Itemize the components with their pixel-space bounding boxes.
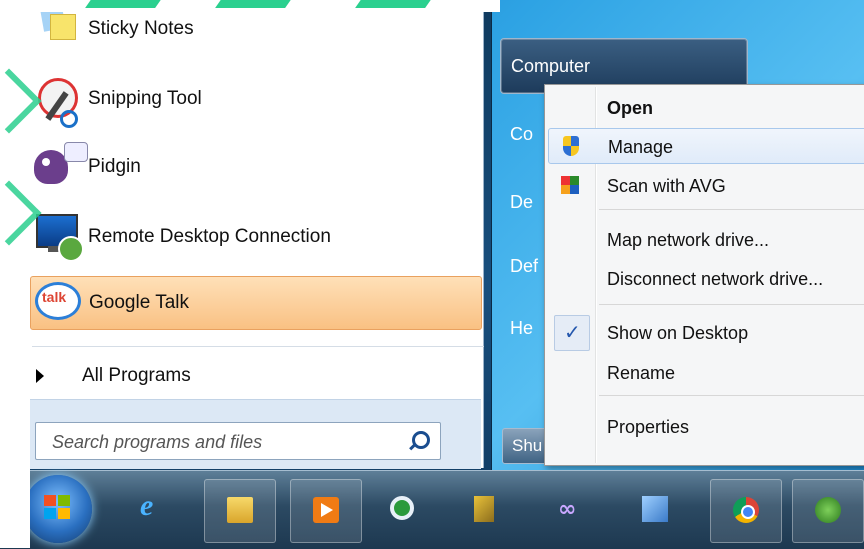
shutdown-label: Shu: [512, 436, 543, 455]
uac-shield-icon: [561, 136, 581, 156]
program-label: Pidgin: [88, 156, 141, 177]
search-input[interactable]: [50, 425, 404, 459]
link-icon[interactable]: ∞: [536, 479, 606, 541]
menu-item-label: Properties: [607, 417, 690, 437]
menu-item-label: Disconnect network drive...: [607, 269, 824, 289]
windows-explorer-icon[interactable]: [204, 479, 276, 543]
chrome-icon[interactable]: [710, 479, 782, 543]
menu-item-disconnect-network-drive[interactable]: Disconnect network drive...: [548, 261, 864, 297]
all-programs-button[interactable]: All Programs: [36, 356, 191, 396]
menu-item-manage[interactable]: Manage: [548, 128, 864, 164]
watermark: [30, 0, 500, 12]
search-icon[interactable]: [412, 431, 430, 449]
remote-app-icon[interactable]: [620, 479, 690, 541]
program-label: Google Talk: [89, 292, 189, 313]
search-box[interactable]: [35, 422, 441, 460]
menu-item-open[interactable]: Open: [548, 90, 864, 126]
menu-separator: [599, 395, 864, 396]
menu-item-map-network-drive[interactable]: Map network drive...: [548, 222, 864, 258]
taskbar: e ∞: [0, 470, 864, 549]
menu-item-label: Open: [607, 98, 654, 118]
installer-icon[interactable]: [452, 479, 522, 541]
menu-separator: [599, 209, 864, 210]
menu-separator: [599, 304, 864, 305]
menu-item-properties[interactable]: Properties: [548, 409, 864, 445]
menu-item-label: Scan with AVG: [607, 176, 726, 196]
google-talk-icon: talk: [31, 276, 89, 330]
program-label: Sticky Notes: [88, 18, 194, 39]
program-snipping-tool[interactable]: Snipping Tool: [30, 72, 480, 128]
arrow-right-icon: [36, 369, 44, 383]
internet-explorer-icon[interactable]: e: [118, 479, 188, 541]
right-pane-item-default-programs[interactable]: Def: [510, 256, 538, 277]
menu-item-label: Map network drive...: [607, 230, 770, 250]
right-pane-item-devices[interactable]: De: [510, 192, 533, 213]
avg-icon: [560, 175, 580, 195]
start-menu-programs-pane: Sticky Notes Snipping Tool Pidgin Remote…: [16, 0, 484, 468]
windows-flag-icon: [44, 495, 72, 521]
program-label: Snipping Tool: [88, 88, 202, 109]
all-programs-label: All Programs: [82, 365, 191, 386]
remote-desktop-icon: [30, 210, 88, 264]
right-pane-item-help[interactable]: He: [510, 318, 533, 339]
program-label: Remote Desktop Connection: [88, 226, 331, 247]
pidgin-icon: [30, 140, 88, 194]
search-app-icon[interactable]: [368, 479, 438, 541]
menu-item-label: Rename: [607, 363, 676, 383]
menu-item-label: Show on Desktop: [607, 323, 749, 343]
divider: [32, 346, 484, 347]
menu-item-show-on-desktop[interactable]: ✓ Show on Desktop: [548, 315, 864, 351]
context-menu: Open Manage Scan with AVG Map network dr…: [544, 84, 864, 466]
menu-item-scan-avg[interactable]: Scan with AVG: [548, 168, 864, 204]
media-player-icon[interactable]: [290, 479, 362, 543]
start-orb[interactable]: [24, 475, 92, 543]
program-pidgin[interactable]: Pidgin: [30, 140, 480, 194]
watermark: [0, 0, 42, 548]
computer-label: Computer: [511, 56, 591, 76]
program-remote-desktop[interactable]: Remote Desktop Connection: [30, 210, 480, 264]
program-google-talk[interactable]: talk Google Talk: [30, 276, 482, 330]
menu-item-rename[interactable]: Rename: [548, 355, 864, 391]
checkmark-icon: ✓: [554, 315, 590, 351]
right-pane-item-control-panel[interactable]: Co: [510, 124, 533, 145]
search-area: [16, 399, 481, 469]
network-app-icon[interactable]: [792, 479, 864, 543]
menu-item-label: Manage: [608, 137, 674, 157]
